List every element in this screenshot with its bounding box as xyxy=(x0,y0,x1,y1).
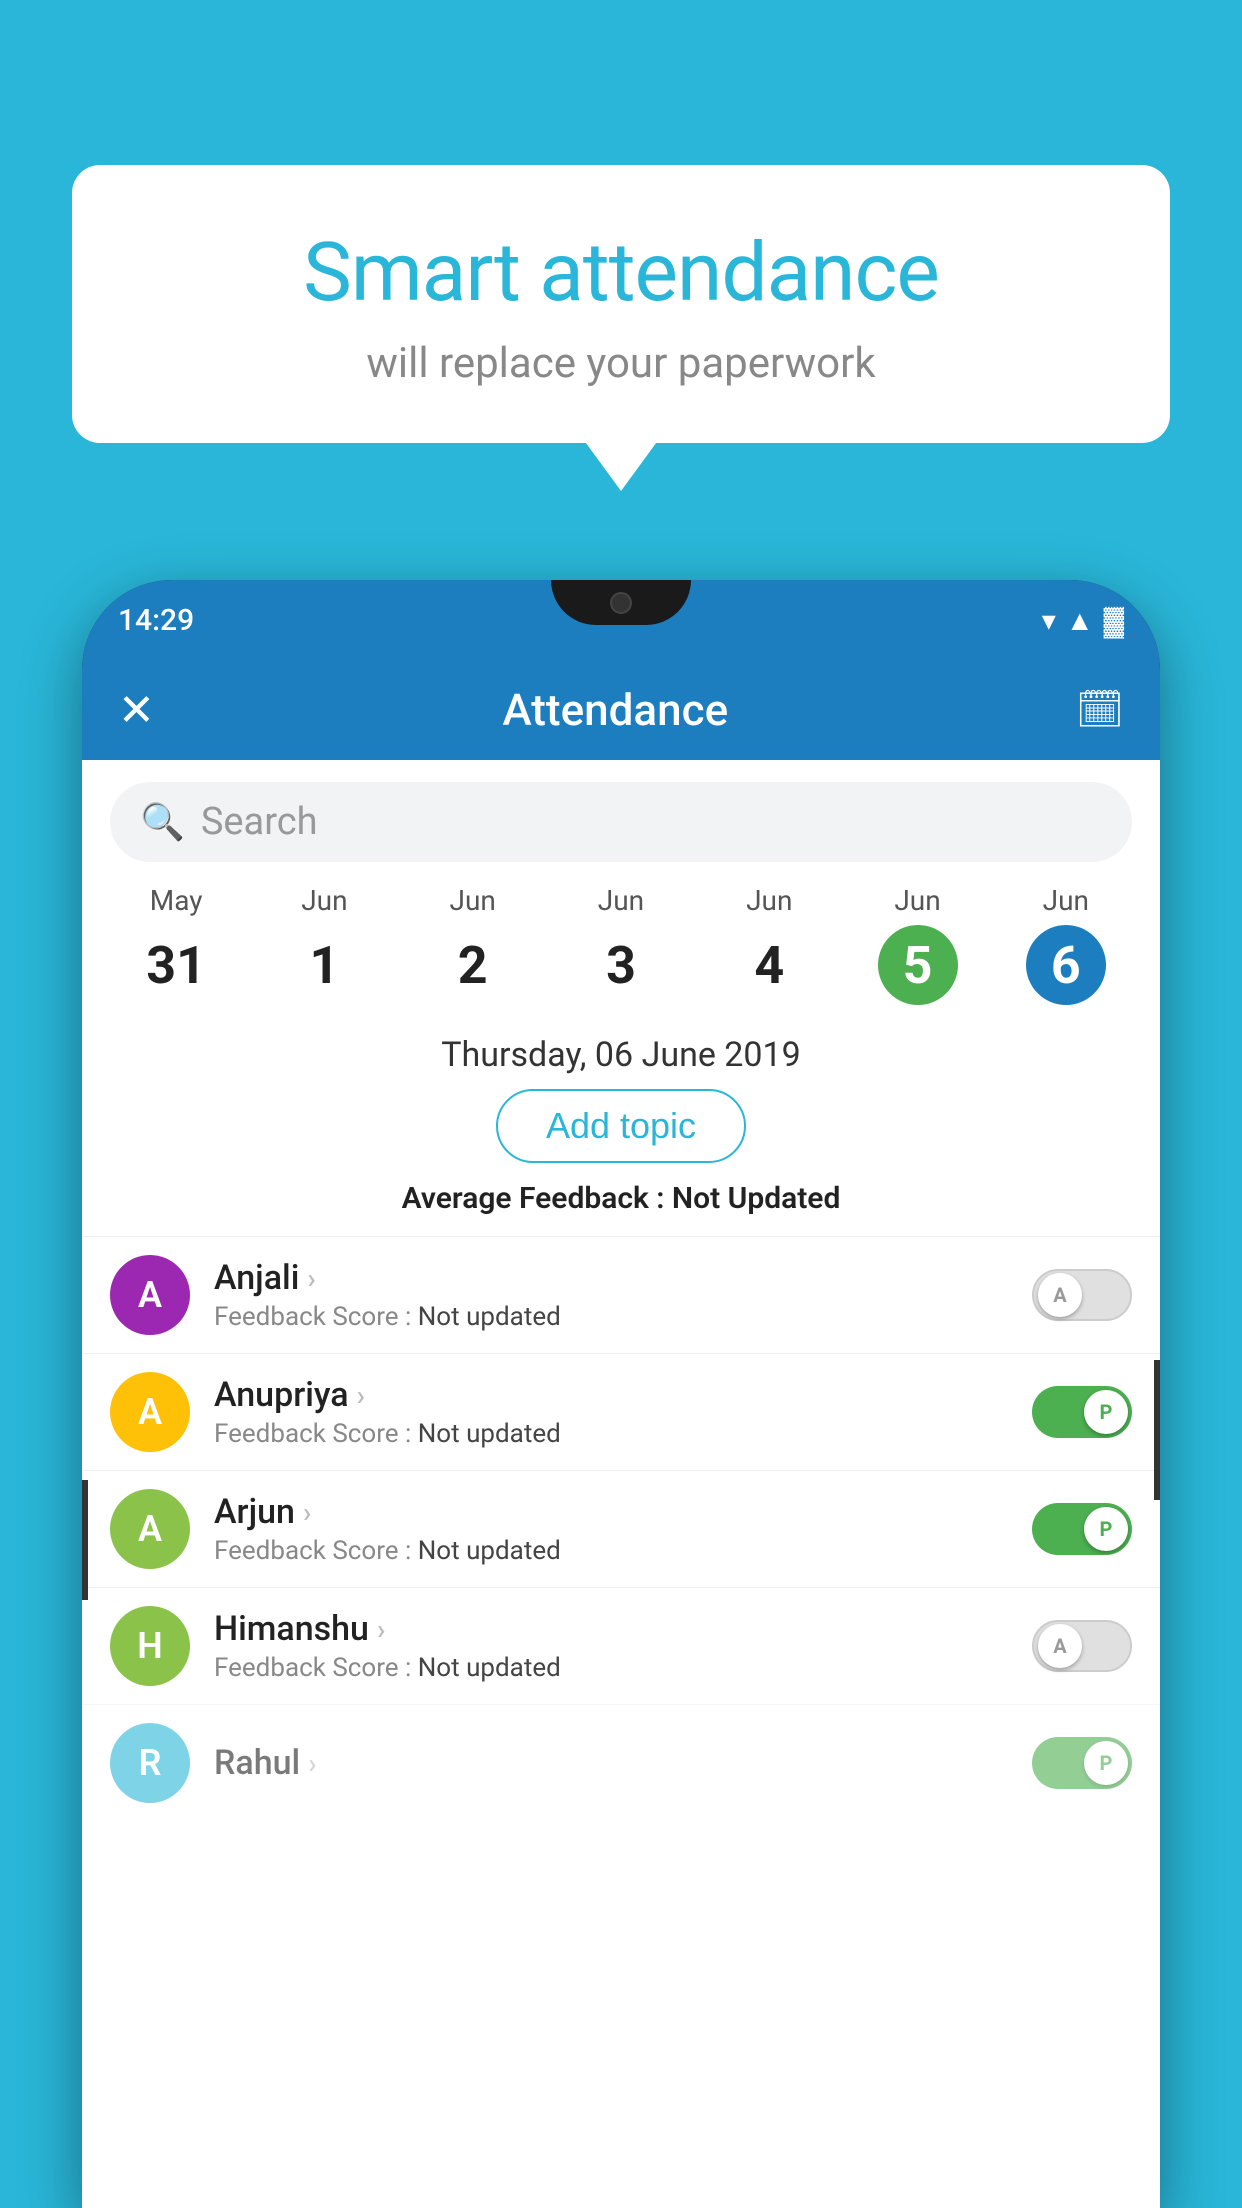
date-day[interactable]: 2 xyxy=(433,925,513,1005)
feedback-label: Average Feedback : xyxy=(402,1181,672,1216)
toggle-knob: P xyxy=(1084,1741,1128,1785)
signal-icon: ▲ xyxy=(1066,604,1094,637)
date-strip: May 31 Jun 1 Jun 2 Jun 3 Jun 4 Jun 5 xyxy=(82,884,1160,1005)
app-title: Attendance xyxy=(502,684,728,736)
student-name-partial: Rahul › xyxy=(214,1743,1008,1783)
toggle-knob: A xyxy=(1038,1624,1082,1668)
toggle-anjali[interactable]: A xyxy=(1032,1269,1132,1321)
date-item-jun4[interactable]: Jun 4 xyxy=(695,884,843,1005)
add-topic-button[interactable]: Add topic xyxy=(496,1089,746,1163)
date-item-jun3[interactable]: Jun 3 xyxy=(547,884,695,1005)
date-day[interactable]: 1 xyxy=(284,925,364,1005)
student-feedback-himanshu: Feedback Score : Not updated xyxy=(214,1653,1008,1683)
status-bar: 14:29 ▾ ▲ ▓ xyxy=(82,580,1160,660)
student-info-anupriya: Anupriya › Feedback Score : Not updated xyxy=(214,1375,1008,1449)
student-info-anjali: Anjali › Feedback Score : Not updated xyxy=(214,1258,1008,1332)
student-name-anjali: Anjali › xyxy=(214,1258,1008,1298)
status-time: 14:29 xyxy=(118,603,194,638)
selected-date: Thursday, 06 June 2019 xyxy=(82,1015,1160,1089)
student-name-himanshu: Himanshu › xyxy=(214,1609,1008,1649)
student-item-anjali[interactable]: A Anjali › Feedback Score : Not updated … xyxy=(82,1236,1160,1353)
date-item-may31[interactable]: May 31 xyxy=(102,884,250,1005)
chevron-icon: › xyxy=(357,1379,365,1412)
date-item-jun2[interactable]: Jun 2 xyxy=(399,884,547,1005)
status-icons: ▾ ▲ ▓ xyxy=(1042,604,1124,637)
toggle-anupriya[interactable]: P xyxy=(1032,1386,1132,1438)
bubble-title: Smart attendance xyxy=(122,225,1120,321)
date-day-today[interactable]: 5 xyxy=(878,925,958,1005)
student-info-arjun: Arjun › Feedback Score : Not updated xyxy=(214,1492,1008,1566)
date-month: Jun xyxy=(992,884,1140,917)
date-item-jun5[interactable]: Jun 5 xyxy=(843,884,991,1005)
date-month: Jun xyxy=(843,884,991,917)
average-feedback: Average Feedback : Not Updated xyxy=(82,1181,1160,1216)
chevron-icon: › xyxy=(377,1613,385,1646)
date-month: Jun xyxy=(399,884,547,917)
search-bar[interactable]: 🔍 Search xyxy=(110,782,1132,862)
avatar-arjun: A xyxy=(110,1489,190,1569)
student-feedback-arjun: Feedback Score : Not updated xyxy=(214,1536,1008,1566)
wifi-icon: ▾ xyxy=(1042,604,1056,637)
student-name-anupriya: Anupriya › xyxy=(214,1375,1008,1415)
date-month: Jun xyxy=(250,884,398,917)
bubble-subtitle: will replace your paperwork xyxy=(122,339,1120,388)
date-item-jun1[interactable]: Jun 1 xyxy=(250,884,398,1005)
avatar-anupriya: A xyxy=(110,1372,190,1452)
toggle-arjun[interactable]: P xyxy=(1032,1503,1132,1555)
side-button-right xyxy=(1154,1360,1160,1500)
student-item-himanshu[interactable]: H Himanshu › Feedback Score : Not update… xyxy=(82,1587,1160,1704)
date-day-selected[interactable]: 6 xyxy=(1026,925,1106,1005)
student-list: A Anjali › Feedback Score : Not updated … xyxy=(82,1236,1160,1821)
side-button-left xyxy=(82,1480,88,1600)
student-feedback-anupriya: Feedback Score : Not updated xyxy=(214,1419,1008,1449)
battery-icon: ▓ xyxy=(1104,604,1124,637)
phone-frame: 14:29 ▾ ▲ ▓ ✕ Attendance 🗓 🔍 Search May … xyxy=(82,580,1160,2208)
toggle-himanshu[interactable]: A xyxy=(1032,1620,1132,1672)
date-month: Jun xyxy=(547,884,695,917)
date-month: May xyxy=(102,884,250,917)
student-feedback-anjali: Feedback Score : Not updated xyxy=(214,1302,1008,1332)
camera xyxy=(610,592,632,614)
app-header: ✕ Attendance 🗓 xyxy=(82,660,1160,760)
toggle-knob: A xyxy=(1038,1273,1082,1317)
notch xyxy=(551,580,691,625)
toggle-knob: P xyxy=(1084,1390,1128,1434)
chevron-icon: › xyxy=(307,1262,315,1295)
feedback-value: Not Updated xyxy=(672,1181,840,1216)
toggle-knob: P xyxy=(1084,1507,1128,1551)
speech-bubble: Smart attendance will replace your paper… xyxy=(72,165,1170,443)
student-item-arjun[interactable]: A Arjun › Feedback Score : Not updated P xyxy=(82,1470,1160,1587)
chevron-icon: › xyxy=(303,1496,311,1529)
search-input[interactable]: Search xyxy=(201,800,318,844)
student-item-anupriya[interactable]: A Anupriya › Feedback Score : Not update… xyxy=(82,1353,1160,1470)
avatar-partial: R xyxy=(110,1723,190,1803)
calendar-icon[interactable]: 🗓 xyxy=(1076,688,1124,732)
avatar-himanshu: H xyxy=(110,1606,190,1686)
student-info-himanshu: Himanshu › Feedback Score : Not updated xyxy=(214,1609,1008,1683)
close-button[interactable]: ✕ xyxy=(118,684,155,736)
avatar-anjali: A xyxy=(110,1255,190,1335)
date-month: Jun xyxy=(695,884,843,917)
student-info-partial: Rahul › xyxy=(214,1743,1008,1783)
date-day[interactable]: 4 xyxy=(729,925,809,1005)
student-name-arjun: Arjun › xyxy=(214,1492,1008,1532)
search-icon: 🔍 xyxy=(140,801,185,843)
student-item-partial[interactable]: R Rahul › P xyxy=(82,1704,1160,1821)
date-day[interactable]: 3 xyxy=(581,925,661,1005)
chevron-icon: › xyxy=(308,1747,316,1780)
date-day[interactable]: 31 xyxy=(136,925,216,1005)
date-item-jun6[interactable]: Jun 6 xyxy=(992,884,1140,1005)
toggle-partial[interactable]: P xyxy=(1032,1737,1132,1789)
phone-content: 🔍 Search May 31 Jun 1 Jun 2 Jun 3 Jun xyxy=(82,760,1160,2208)
